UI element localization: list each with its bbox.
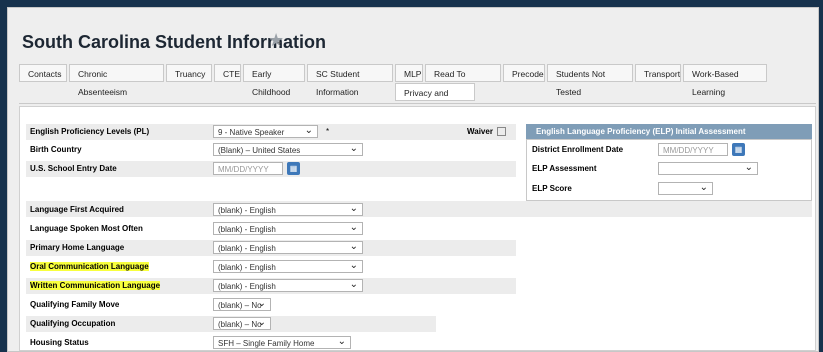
- primary-home-language-select[interactable]: (blank) - English: [213, 240, 363, 254]
- district-enrollment-date-input[interactable]: MM/DD/YYYY: [658, 143, 728, 156]
- field-label: Oral Communication Language: [30, 262, 149, 271]
- tab-students-not-tested[interactable]: Students Not Tested: [547, 64, 633, 97]
- tab-mlp[interactable]: MLP: [395, 64, 423, 82]
- oral-communication-language-select[interactable]: (blank) - English: [213, 259, 363, 273]
- tab-cte[interactable]: CTE: [214, 64, 241, 82]
- field-label: ELP Score: [532, 184, 572, 193]
- english-proficiency-select[interactable]: 9 - Native Speaker: [213, 124, 318, 138]
- student-information-window: South Carolina Student Information ★ + Co…: [7, 7, 819, 352]
- field-label: Language Spoken Most Often: [30, 224, 143, 233]
- field-label: ELP Assessment: [532, 164, 597, 173]
- waiver-checkbox[interactable]: [497, 127, 506, 136]
- tab-precode[interactable]: Precode: [503, 64, 545, 82]
- field-label: Housing Status: [30, 338, 89, 347]
- field-label: Birth Country: [30, 145, 82, 154]
- field-label: Qualifying Occupation: [30, 319, 116, 328]
- language-spoken-most-often-select[interactable]: (blank) - English: [213, 221, 363, 235]
- elp-score-select[interactable]: [658, 181, 713, 195]
- qualifying-family-move-select[interactable]: (blank) – No: [213, 297, 271, 311]
- form-row: [26, 201, 812, 217]
- tab-sc-student-information[interactable]: SC Student Information: [307, 64, 393, 97]
- field-label: District Enrollment Date: [532, 145, 624, 154]
- form-panel: English Proficiency Levels (PL) 9 - Nati…: [19, 106, 816, 351]
- field-label: U.S. School Entry Date: [30, 164, 117, 173]
- favorite-icon[interactable]: ★ +: [268, 30, 284, 51]
- required-asterisk: *: [326, 127, 330, 136]
- elp-assessment-select[interactable]: [658, 161, 758, 175]
- tab-transport[interactable]: Transport: [635, 64, 681, 82]
- tab-truancy[interactable]: Truancy: [166, 64, 212, 82]
- written-communication-language-select[interactable]: (blank) - English: [213, 278, 363, 292]
- tab-privacy-and-security[interactable]: Privacy and Security: [395, 83, 475, 116]
- field-label: Qualifying Family Move: [30, 300, 120, 309]
- tab-early-childhood[interactable]: Early Childhood: [243, 64, 305, 97]
- field-label: Primary Home Language: [30, 243, 125, 252]
- tab-work-based-learning[interactable]: Work-Based Learning: [683, 64, 767, 97]
- elp-header: English Language Proficiency (ELP) Initi…: [526, 124, 812, 139]
- tab-read-to-succeed[interactable]: Read To Succeed: [425, 64, 501, 97]
- tab-contacts[interactable]: Contacts: [19, 64, 67, 82]
- field-label: Written Communication Language: [30, 281, 161, 290]
- calendar-icon[interactable]: ▦: [287, 162, 300, 175]
- birth-country-select[interactable]: (Blank) – United States: [213, 142, 363, 156]
- housing-status-select[interactable]: SFH – Single Family Home: [213, 335, 351, 349]
- tab-bar: Contacts Chronic Absenteeism Truancy CTE…: [19, 64, 816, 116]
- field-label: English Proficiency Levels (PL): [30, 127, 150, 136]
- waiver-label: Waiver: [467, 127, 493, 136]
- qualifying-occupation-select[interactable]: (blank) – No: [213, 316, 271, 330]
- language-first-acquired-select[interactable]: (blank) - English: [213, 202, 363, 216]
- school-entry-date-input[interactable]: MM/DD/YYYY: [213, 162, 283, 175]
- tab-chronic-absenteeism[interactable]: Chronic Absenteeism: [69, 64, 164, 97]
- field-label: Language First Acquired: [30, 205, 124, 214]
- calendar-icon[interactable]: ▦: [732, 143, 745, 156]
